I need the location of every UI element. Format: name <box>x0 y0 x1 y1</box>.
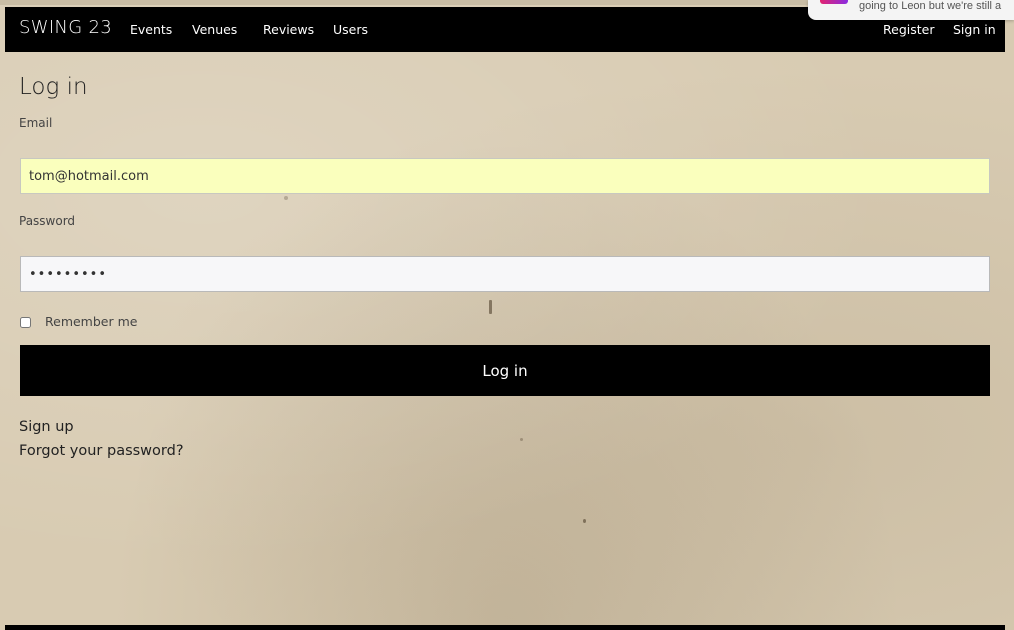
login-button[interactable]: Log in <box>20 345 990 396</box>
password-field[interactable] <box>20 256 990 292</box>
remember-me-checkbox[interactable] <box>20 317 31 328</box>
email-field[interactable] <box>20 158 990 194</box>
nav-link-register[interactable]: Register <box>883 22 934 37</box>
forgot-password-link[interactable]: Forgot your password? <box>19 443 184 459</box>
page-title: Log in <box>19 74 88 100</box>
app-icon <box>820 0 848 4</box>
notification-text: going to Leon but we're still a <box>859 0 1002 12</box>
nav-link-sign-in[interactable]: Sign in <box>953 22 996 37</box>
nav-link-reviews[interactable]: Reviews <box>263 22 314 37</box>
paper-speck <box>583 519 586 523</box>
nav-link-venues[interactable]: Venues <box>192 22 237 37</box>
email-label: Email <box>19 116 53 130</box>
paper-speck <box>284 196 288 200</box>
notification-popup[interactable]: going to Leon but we're still a <box>808 0 1014 20</box>
remember-me-label[interactable]: Remember me <box>45 314 137 329</box>
bottom-strip <box>5 625 1005 630</box>
paper-speck <box>489 300 492 314</box>
nav-link-users[interactable]: Users <box>333 22 368 37</box>
sign-up-link[interactable]: Sign up <box>19 419 74 435</box>
brand-logo[interactable]: SWING 23 <box>19 17 112 38</box>
password-label: Password <box>19 214 76 228</box>
paper-speck <box>520 438 523 441</box>
nav-link-events[interactable]: Events <box>130 22 172 37</box>
